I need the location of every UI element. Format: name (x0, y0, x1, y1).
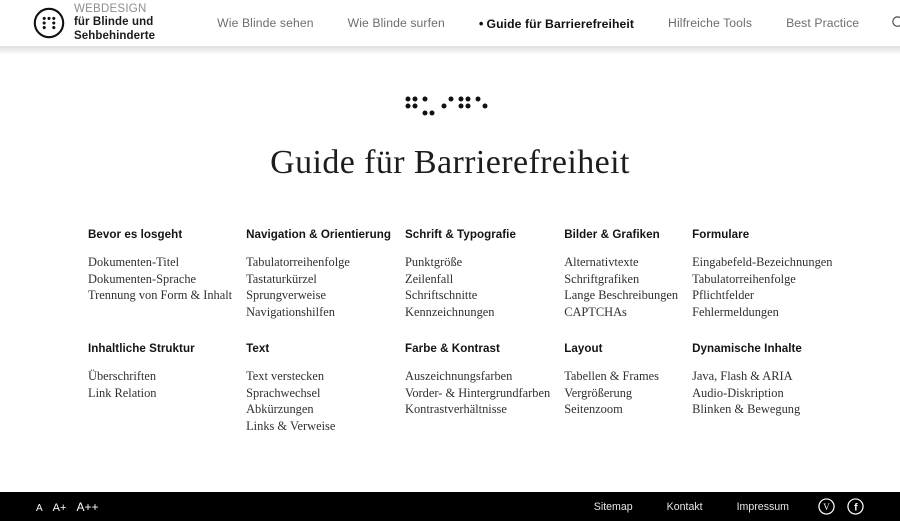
nav-item-hilfreiche-tools[interactable]: Hilfreiche Tools (651, 16, 769, 30)
nav-item-guide-fuer-barrierefreiheit[interactable]: • Guide für Barrierefreiheit (462, 16, 651, 31)
list-item[interactable]: Seitenzoom (564, 401, 678, 418)
column-link-list: Java, Flash & ARIA Audio-Diskription Bli… (692, 368, 832, 418)
list-item[interactable]: Eingabefeld-Bezeichnungen (692, 254, 832, 271)
list-item[interactable]: Tabellen & Frames (564, 368, 678, 385)
main-navigation: Wie Blinde sehen Wie Blinde surfen • Guid… (200, 14, 900, 32)
guide-column-navigation-orientierung: Navigation & Orientierung Tabulatorreihe… (246, 228, 405, 342)
list-item[interactable]: Trennung von Form & Inhalt (88, 287, 232, 304)
braille-circle-logo-icon (33, 7, 65, 39)
column-heading: Text (246, 342, 270, 355)
column-heading: Navigation & Orientierung (246, 228, 392, 241)
list-item[interactable]: Lange Beschreibungen (564, 287, 678, 304)
brand-text: WEBDESIGN für Blinde und Sehbehinderte (74, 3, 155, 44)
active-bullet-icon: • (478, 15, 484, 31)
guide-column-layout: Layout Tabellen & Frames Vergrößerung Se… (564, 342, 692, 456)
guide-column-farbe-kontrast: Farbe & Kontrast Auszeichnungsfarben Vor… (405, 342, 564, 456)
column-heading: Formulare (692, 228, 750, 241)
page-title: Guide für Barrierefreiheit (270, 144, 630, 181)
column-link-list: Text verstecken Sprachwechsel Abkürzunge… (246, 368, 391, 434)
svg-text:f: f (854, 502, 858, 513)
column-link-list: Eingabefeld-Bezeichnungen Tabulatorreihe… (692, 254, 832, 320)
list-item[interactable]: Pflichtfelder (692, 287, 832, 304)
list-item[interactable]: Auszeichnungsfarben (405, 368, 550, 385)
nav-item-wie-blinde-sehen[interactable]: Wie Blinde sehen (200, 16, 330, 30)
guide-column-bilder-grafiken: Bilder & Grafiken Alternativtexte Schrif… (564, 228, 692, 342)
column-heading: Bevor es losgeht (88, 228, 183, 241)
footer-links-and-social: Sitemap Kontakt Impressum V f (577, 498, 864, 515)
brand-line-2: für Blinde und Sehbehinderte (74, 16, 156, 42)
search-icon[interactable] (890, 14, 900, 32)
list-item[interactable]: Audio-Diskription (692, 385, 832, 402)
guide-column-bevor-es-losgeht: Bevor es losgeht Dokumenten-Titel Dokume… (88, 228, 246, 342)
list-item[interactable]: Abkürzungen (246, 401, 391, 418)
column-heading: Layout (564, 342, 603, 355)
list-item[interactable]: Fehlermeldungen (692, 304, 832, 321)
list-item[interactable]: Punktgröße (405, 254, 550, 271)
column-link-list: Punktgröße Zeilenfall Schriftschnitte Ke… (405, 254, 550, 320)
list-item[interactable]: Link Relation (88, 385, 232, 402)
guide-column-text: Text Text verstecken Sprachwechsel Abkür… (246, 342, 405, 456)
list-item[interactable]: Navigationshilfen (246, 304, 391, 321)
nav-item-label: Guide für Barrierefreiheit (486, 16, 635, 31)
list-item[interactable]: Zeilenfall (405, 271, 550, 288)
nav-item-wie-blinde-surfen[interactable]: Wie Blinde surfen (331, 16, 462, 30)
list-item[interactable]: Tabulatorreihenfolge (246, 254, 391, 271)
list-item[interactable]: Blinken & Bewegung (692, 401, 832, 418)
footer-link-sitemap[interactable]: Sitemap (577, 501, 650, 513)
column-link-list: Tabulatorreihenfolge Tastaturkürzel Spru… (246, 254, 391, 320)
list-item[interactable]: Kennzeichnungen (405, 304, 550, 321)
font-size-controls: A A+ A++ (36, 500, 98, 514)
site-header: WEBDESIGN für Blinde und Sehbehinderte W… (0, 0, 900, 46)
footer-link-kontakt[interactable]: Kontakt (650, 501, 720, 513)
facebook-icon[interactable]: f (847, 498, 864, 515)
column-link-list: Auszeichnungsfarben Vorder- & Hintergrun… (405, 368, 550, 418)
braille-dots-decoration-icon (404, 94, 496, 122)
guide-column-schrift-typografie: Schrift & Typografie Punktgröße Zeilenfa… (405, 228, 564, 342)
column-link-list: Überschriften Link Relation (88, 368, 232, 401)
list-item[interactable]: Text verstecken (246, 368, 391, 385)
footer-link-impressum[interactable]: Impressum (720, 501, 806, 513)
list-item[interactable]: Tastaturkürzel (246, 271, 391, 288)
column-heading: Farbe & Kontrast (405, 342, 500, 355)
guide-columns-grid: Bevor es losgeht Dokumenten-Titel Dokume… (88, 228, 832, 456)
list-item[interactable]: Sprungverweise (246, 287, 391, 304)
svg-text:V: V (823, 502, 830, 512)
list-item[interactable]: CAPTCHAs (564, 304, 678, 321)
main-content: Guide für Barrierefreiheit Bevor es losg… (0, 46, 900, 456)
column-heading: Schrift & Typografie (405, 228, 516, 241)
nav-item-best-practice[interactable]: Best Practice (769, 16, 876, 30)
column-heading: Dynamische Inhalte (692, 342, 802, 355)
column-heading: Inhaltliche Struktur (88, 342, 195, 355)
site-footer: A A+ A++ Sitemap Kontakt Impressum V f (0, 492, 900, 521)
column-link-list: Alternativtexte Schriftgrafiken Lange Be… (564, 254, 678, 320)
list-item[interactable]: Tabulatorreihenfolge (692, 271, 832, 288)
list-item[interactable]: Schriftschnitte (405, 287, 550, 304)
guide-column-formulare: Formulare Eingabefeld-Bezeichnungen Tabu… (692, 228, 846, 342)
list-item[interactable]: Überschriften (88, 368, 232, 385)
list-item[interactable]: Sprachwechsel (246, 385, 391, 402)
brand-line-1: WEBDESIGN (74, 2, 147, 15)
font-size-large-button[interactable]: A++ (76, 500, 98, 514)
list-item[interactable]: Vorder- & Hintergrundfarben (405, 385, 550, 402)
column-link-list: Tabellen & Frames Vergrößerung Seitenzoo… (564, 368, 678, 418)
list-item[interactable]: Dokumenten-Sprache (88, 271, 232, 288)
list-item[interactable]: Vergrößerung (564, 385, 678, 402)
list-item[interactable]: Java, Flash & ARIA (692, 368, 832, 385)
column-heading: Bilder & Grafiken (564, 228, 660, 241)
list-item[interactable]: Schriftgrafiken (564, 271, 678, 288)
guide-column-inhaltliche-struktur: Inhaltliche Struktur Überschriften Link … (88, 342, 246, 456)
guide-column-dynamische-inhalte: Dynamische Inhalte Java, Flash & ARIA Au… (692, 342, 846, 456)
list-item[interactable]: Alternativtexte (564, 254, 678, 271)
brand-logo-block[interactable]: WEBDESIGN für Blinde und Sehbehinderte (33, 3, 155, 44)
font-size-small-button[interactable]: A (36, 503, 43, 514)
vimeo-icon[interactable]: V (818, 498, 835, 515)
list-item[interactable]: Kontrastverhältnisse (405, 401, 550, 418)
list-item[interactable]: Dokumenten-Titel (88, 254, 232, 271)
list-item[interactable]: Links & Verweise (246, 418, 391, 435)
column-link-list: Dokumenten-Titel Dokumenten-Sprache Tren… (88, 254, 232, 304)
font-size-medium-button[interactable]: A+ (53, 502, 67, 514)
